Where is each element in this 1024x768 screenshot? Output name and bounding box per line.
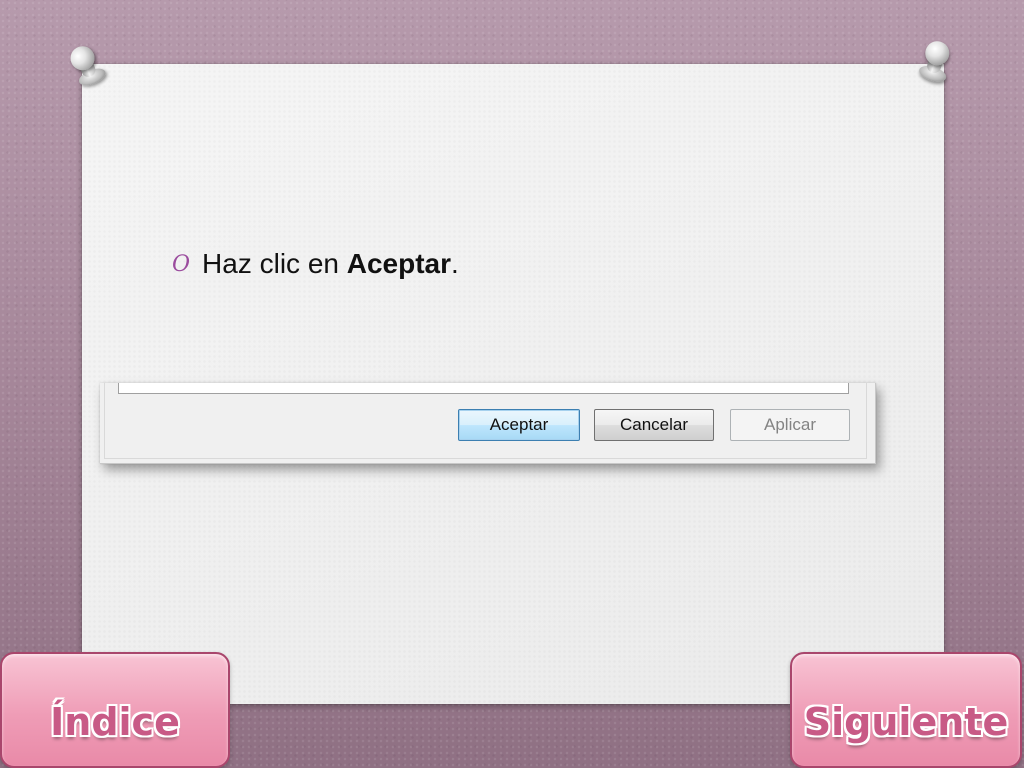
cancel-button[interactable]: Cancelar: [594, 409, 714, 441]
next-nav-button[interactable]: Siguiente: [790, 652, 1022, 768]
apply-button: Aplicar: [730, 409, 850, 441]
bullet-marker-icon: O: [172, 252, 191, 277]
instruction-period: .: [451, 248, 459, 279]
dialog-content-field: [118, 383, 849, 394]
dialog-button-strip: Aceptar Cancelar Aplicar: [100, 383, 876, 464]
instruction-bold-text: Aceptar: [346, 248, 452, 279]
accept-button[interactable]: Aceptar: [458, 409, 580, 441]
index-nav-button[interactable]: Índice: [0, 652, 230, 768]
instruction-text: Haz clic en: [202, 248, 347, 279]
instruction-bullet: O Haz clic en Aceptar.: [172, 248, 459, 280]
